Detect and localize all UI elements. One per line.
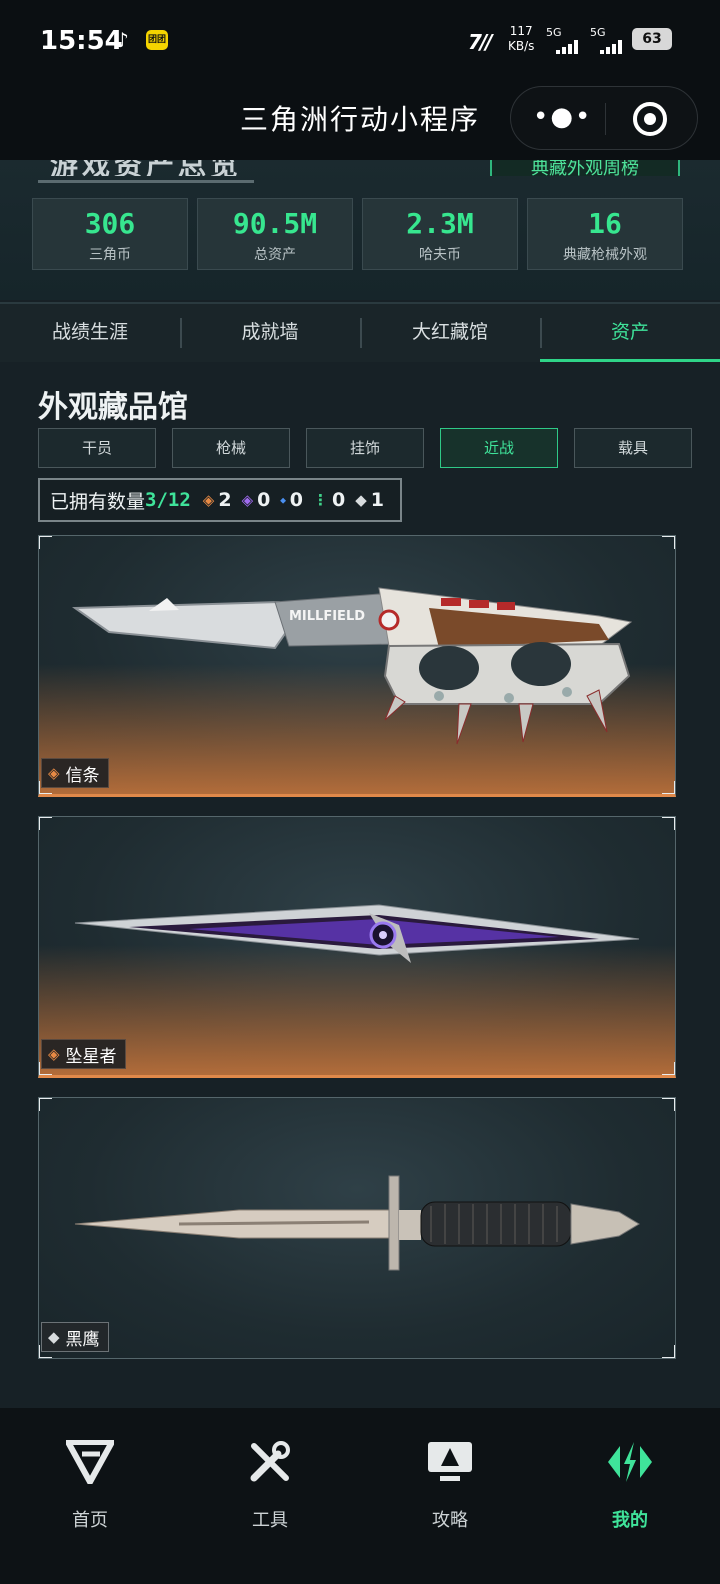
- blackhawk-knife-image: [74, 1175, 640, 1271]
- signal-icon: [556, 40, 578, 54]
- corner-mark: [662, 781, 675, 794]
- owned-count: 3/12: [145, 489, 191, 511]
- clock: 15:54: [40, 26, 123, 56]
- nav-home[interactable]: 首页: [0, 1408, 180, 1584]
- rarity-green: ⋮ 0: [312, 489, 346, 511]
- target-close-icon[interactable]: [633, 102, 667, 136]
- summary-title: 游戏资产总览: [50, 160, 242, 176]
- stat-card: 90.5M 总资产: [197, 198, 353, 270]
- green-diamond-icon: ⋮: [312, 491, 328, 509]
- filter-melee[interactable]: 近战: [440, 428, 558, 468]
- filter-operators[interactable]: 干员: [38, 428, 156, 468]
- filter-guns[interactable]: 枪械: [172, 428, 290, 468]
- corner-mark: [39, 536, 52, 549]
- tab-assets[interactable]: 资产: [540, 304, 720, 362]
- filter-charms[interactable]: 挂饰: [306, 428, 424, 468]
- network-icon: 7//: [468, 30, 492, 54]
- category-filters: 干员 枪械 挂饰 近战 载具: [38, 428, 692, 468]
- signal-icon: [600, 40, 622, 54]
- weekly-rank-button[interactable]: 典藏外观周榜: [490, 160, 680, 176]
- orange-diamond-icon: ◈: [48, 764, 60, 782]
- corner-mark: [662, 1345, 675, 1358]
- starfall-dagger-image: [74, 904, 640, 963]
- owned-label: 已拥有数量: [50, 490, 146, 513]
- rarity-blue: ⬩ 0: [280, 489, 303, 511]
- profile-brand-icon: [540, 1438, 720, 1486]
- stats-row: 306 三角币 90.5M 总资产 2.3M 哈夫币 16 典藏枪械外观: [32, 198, 683, 270]
- corner-mark: [662, 536, 675, 549]
- orange-diamond-icon: ◈: [202, 491, 215, 509]
- nav-tools[interactable]: 工具: [180, 1408, 360, 1584]
- nav-guide[interactable]: 攻略: [360, 1408, 540, 1584]
- corner-mark: [39, 817, 52, 830]
- corner-mark: [662, 1098, 675, 1111]
- tools-icon: [180, 1438, 360, 1486]
- rarity-purple: ◈ 0: [241, 489, 271, 511]
- melee-item-card[interactable]: MILLFIELD ◈ 信条: [38, 535, 676, 797]
- section-title: 外观藏品馆: [38, 390, 188, 425]
- knuckle-knife-image: MILLFIELD: [71, 587, 633, 745]
- capsule-divider: [605, 103, 606, 135]
- blue-diamond-icon: ⬩: [280, 491, 286, 509]
- item-name-label: ◆ 黑鹰: [41, 1322, 109, 1352]
- purple-diamond-icon: ◈: [241, 491, 254, 509]
- more-dots-icon[interactable]: •●•: [533, 104, 590, 133]
- engraving-text: MILLFIELD: [289, 609, 365, 624]
- nav-mine[interactable]: 我的: [540, 1408, 720, 1584]
- asset-summary: 游戏资产总览 典藏外观周榜 306三角币 90.5M总资产 2.3M哈夫币 16…: [0, 160, 720, 300]
- stat-card: 16 典藏枪械外观: [527, 198, 683, 270]
- miniprogram-header: 三角洲行动小程序 •●•: [0, 80, 720, 160]
- white-diamond-icon: ◆: [48, 1328, 60, 1346]
- stat-card: 306 三角币: [32, 198, 188, 270]
- sim2-label: 5G: [590, 26, 606, 39]
- corner-mark: [39, 1098, 52, 1111]
- title-underline: [38, 180, 254, 183]
- rarity-orange: ◈ 2: [202, 489, 232, 511]
- delta-logo-icon: [0, 1438, 180, 1486]
- net-speed: 117 KB/s: [508, 24, 535, 53]
- orange-diamond-icon: ◈: [48, 1045, 60, 1063]
- corner-mark: [662, 1062, 675, 1075]
- corner-mark: [662, 817, 675, 830]
- stat-card: 2.3M 哈夫币: [362, 198, 518, 270]
- bottom-nav: 首页 工具 攻略 我的: [0, 1408, 720, 1584]
- tiktok-icon: ♪: [116, 28, 129, 52]
- tab-achievements[interactable]: 成就墙: [180, 304, 360, 362]
- item-name-label: ◈ 坠星者: [41, 1039, 126, 1069]
- tab-career[interactable]: 战绩生涯: [0, 304, 180, 362]
- profile-tabs: 战绩生涯 成就墙 大红藏馆 资产: [0, 302, 720, 362]
- filter-vehicles[interactable]: 载具: [574, 428, 692, 468]
- melee-item-card[interactable]: ◆ 黑鹰: [38, 1097, 676, 1359]
- status-bar: 15:54 ♪ 团团 7// 117 KB/s 5G 5G 63: [0, 0, 720, 80]
- capsule-menu: •●•: [510, 86, 698, 150]
- app-badge-icon: 团团: [146, 30, 168, 50]
- monitor-guide-icon: [360, 1438, 540, 1486]
- melee-item-card[interactable]: ◈ 坠星者: [38, 816, 676, 1078]
- rarity-white: ◆ 1: [355, 489, 384, 511]
- white-diamond-icon: ◆: [355, 491, 367, 509]
- owned-count-bar: 已拥有数量 3/12 ◈ 2 ◈ 0 ⬩ 0 ⋮ 0 ◆ 1: [38, 478, 402, 522]
- sim1-label: 5G: [546, 26, 562, 39]
- item-name-label: ◈ 信条: [41, 758, 109, 788]
- battery-icon: 63: [632, 28, 672, 50]
- tab-red-collection[interactable]: 大红藏馆: [360, 304, 540, 362]
